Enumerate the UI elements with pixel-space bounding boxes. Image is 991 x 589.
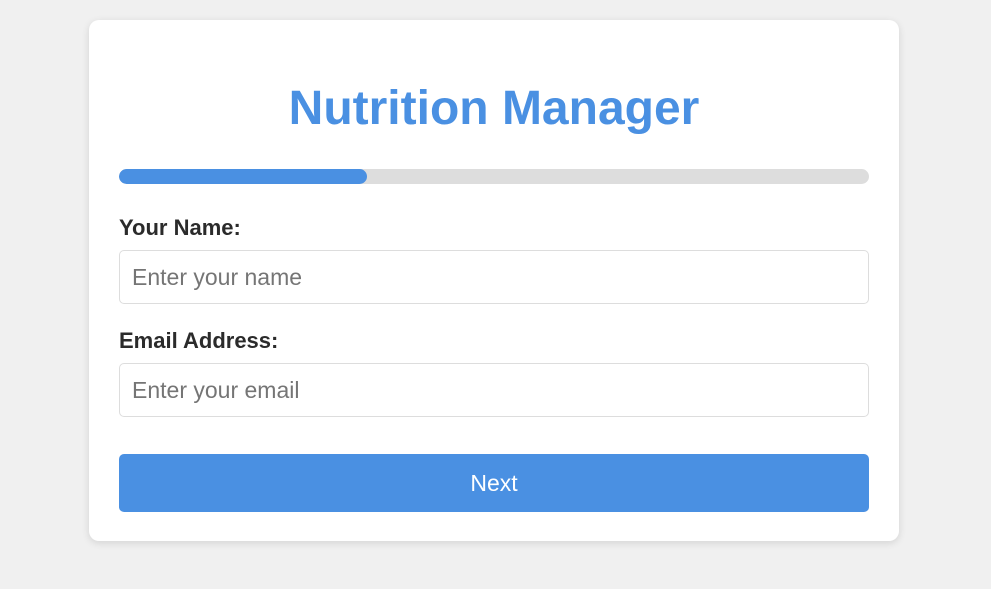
name-label: Your Name: xyxy=(119,215,241,240)
progress-bar xyxy=(119,169,869,184)
progress-bar-fill xyxy=(119,169,367,184)
signup-card: Nutrition Manager Your Name: Email Addre… xyxy=(89,20,899,541)
next-button[interactable]: Next xyxy=(119,454,869,512)
name-input[interactable] xyxy=(119,250,869,304)
page-title: Nutrition Manager xyxy=(288,82,700,135)
email-label: Email Address: xyxy=(119,328,279,353)
email-input[interactable] xyxy=(119,363,869,417)
